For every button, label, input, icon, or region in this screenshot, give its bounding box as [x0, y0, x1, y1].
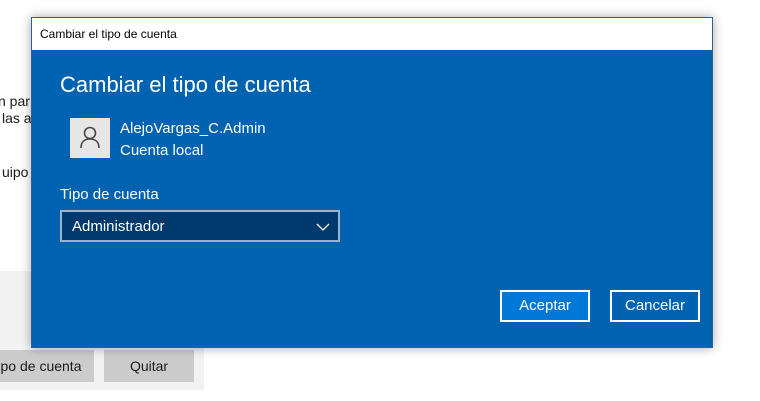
- background-text-line: uipo: [2, 164, 29, 180]
- accept-button[interactable]: Aceptar: [500, 290, 590, 322]
- person-icon: [70, 118, 110, 158]
- account-type-label: Tipo de cuenta: [60, 186, 159, 203]
- account-type-selected-value: Administrador: [72, 218, 165, 235]
- chevron-down-icon: [316, 220, 330, 238]
- remove-account-button[interactable]: Quitar: [104, 350, 194, 382]
- dialog-body: Cambiar el tipo de cuenta AlejoVargas_C.…: [32, 50, 712, 347]
- change-account-type-button[interactable]: po de cuenta: [0, 350, 94, 382]
- dialog-window-title: Cambiar el tipo de cuenta: [40, 27, 177, 41]
- dialog-titlebar[interactable]: Cambiar el tipo de cuenta: [32, 18, 712, 50]
- user-name: AlejoVargas_C.Admin: [120, 120, 266, 137]
- cancel-button[interactable]: Cancelar: [610, 290, 700, 322]
- change-account-type-dialog: Cambiar el tipo de cuenta Cambiar el tip…: [31, 17, 713, 348]
- background-text-line: las a: [2, 110, 32, 126]
- change-account-type-label: po de cuenta: [0, 358, 82, 374]
- account-type-dropdown[interactable]: Administrador: [60, 210, 340, 242]
- dialog-heading: Cambiar el tipo de cuenta: [60, 72, 311, 97]
- background-text-line: n par: [0, 93, 30, 109]
- account-kind: Cuenta local: [120, 142, 204, 159]
